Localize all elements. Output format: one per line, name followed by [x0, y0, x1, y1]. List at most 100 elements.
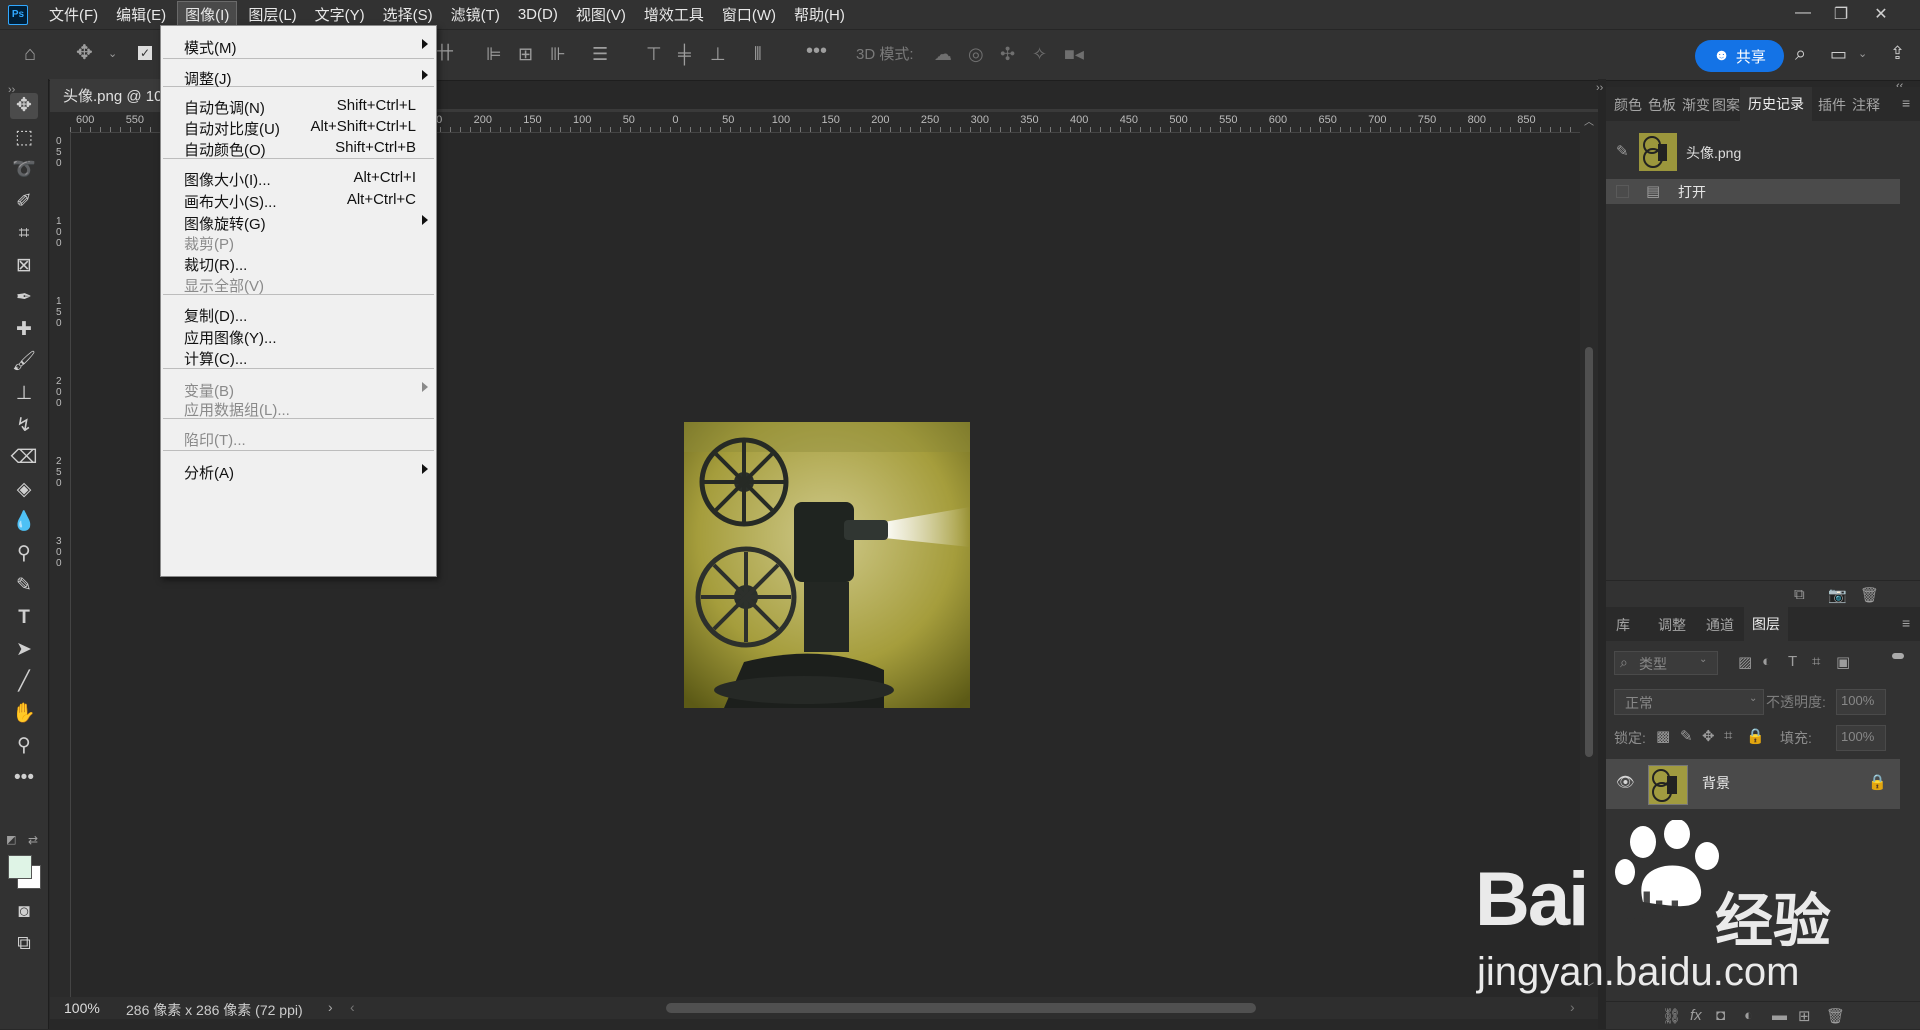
brush-tool-icon[interactable]: 🖌: [10, 349, 38, 375]
opacity-input[interactable]: 100%: [1836, 689, 1886, 715]
eyedropper-tool-icon[interactable]: ✒: [10, 285, 38, 311]
menu-filter[interactable]: 滤镜(T): [444, 2, 507, 27]
restore-icon[interactable]: ❐: [1826, 4, 1856, 26]
menu-type[interactable]: 文字(Y): [308, 2, 372, 27]
home-icon[interactable]: ⌂: [24, 44, 36, 64]
3d-slide-icon[interactable]: ✧: [1032, 45, 1047, 63]
align-bottom-icon[interactable]: ⊥: [710, 45, 726, 63]
tab-swatches[interactable]: 色板: [1648, 95, 1676, 115]
3d-roll-icon[interactable]: ◎: [968, 45, 984, 63]
blur-tool-icon[interactable]: 💧: [10, 509, 38, 535]
filter-smart-object-icon[interactable]: ▣: [1836, 653, 1850, 671]
pen-tool-icon[interactable]: ✎: [10, 573, 38, 599]
distribute-vertical-icon[interactable]: ⫴: [754, 45, 762, 63]
history-brush-tool-icon[interactable]: ↯: [10, 413, 38, 439]
filter-toggle-switch[interactable]: [1892, 653, 1904, 659]
quick-select-tool-icon[interactable]: ✐: [10, 189, 38, 215]
menu-layer[interactable]: 图层(L): [241, 2, 303, 27]
history-state[interactable]: ▤ 打开: [1606, 179, 1900, 204]
history-state-checkbox[interactable]: [1616, 185, 1629, 198]
menu-3d[interactable]: 3D(D): [511, 4, 565, 25]
document-tab[interactable]: 头像.png @ 10: [50, 79, 162, 109]
path-select-tool-icon[interactable]: ➤: [10, 637, 38, 663]
history-brush-source-icon[interactable]: ✎: [1616, 142, 1629, 160]
menu-view[interactable]: 视图(V): [569, 2, 633, 27]
trash-icon[interactable]: 🗑: [1860, 586, 1879, 604]
image-menu-item[interactable]: 调整(J): [161, 65, 436, 89]
image-menu-item[interactable]: 图像大小(I)... Alt+Ctrl+I: [161, 166, 436, 190]
line-tool-icon[interactable]: ╱: [10, 669, 38, 695]
panel-menu-icon[interactable]: ≡: [1902, 95, 1910, 111]
tab-libraries[interactable]: 库: [1616, 615, 1630, 635]
image-menu-item[interactable]: 分析(A): [161, 459, 436, 483]
vertical-scroll-thumb[interactable]: [1585, 347, 1593, 757]
type-tool-icon[interactable]: T: [10, 605, 38, 631]
default-colors-icon[interactable]: ◩: [6, 831, 16, 849]
export-icon[interactable]: ⇪: [1890, 44, 1905, 62]
paint-bucket-tool-icon[interactable]: ◈: [10, 477, 38, 503]
move-tool-icon[interactable]: ✥: [10, 93, 38, 119]
tab-patterns[interactable]: 图案: [1712, 95, 1740, 115]
tab-gradients[interactable]: 渐变: [1682, 95, 1710, 115]
marquee-tool-icon[interactable]: ⬚: [10, 125, 38, 151]
tab-notes[interactable]: 注释: [1852, 95, 1880, 115]
chevron-down-icon[interactable]: ⌄: [108, 45, 117, 63]
3d-scale-icon[interactable]: ■◂: [1064, 45, 1084, 63]
tab-color[interactable]: 颜色: [1614, 95, 1642, 115]
layer-row[interactable]: 👁 背景 🔒: [1606, 759, 1900, 809]
image-menu-item[interactable]: 复制(D)...: [161, 302, 436, 326]
menu-image[interactable]: 图像(I): [177, 1, 238, 28]
tab-adjustments[interactable]: 调整: [1658, 615, 1686, 635]
image-menu-item[interactable]: 画布大小(S)... Alt+Ctrl+C: [161, 188, 436, 212]
fill-input[interactable]: 100%: [1836, 725, 1886, 751]
scroll-left-icon[interactable]: ‹: [350, 999, 355, 1015]
foreground-color-swatch[interactable]: [8, 855, 32, 879]
3d-pan-icon[interactable]: ✣: [1000, 45, 1015, 63]
tab-layers[interactable]: 图层: [1744, 607, 1788, 641]
image-menu-item[interactable]: 自动颜色(O) Shift+Ctrl+B: [161, 136, 436, 160]
transform-controls-icon[interactable]: 卄: [436, 44, 454, 62]
align-middle-icon[interactable]: ╪: [678, 45, 691, 63]
auto-select-checkbox[interactable]: ✓: [138, 46, 152, 60]
lasso-tool-icon[interactable]: ➰: [10, 157, 38, 183]
history-snapshot[interactable]: ✎ 头像.png: [1606, 132, 1920, 172]
screen-mode-icon[interactable]: ⧉: [10, 931, 38, 957]
filter-shape-icon[interactable]: ⌗: [1812, 653, 1820, 670]
filter-pixel-icon[interactable]: ▨: [1738, 653, 1752, 671]
close-icon[interactable]: ✕: [1866, 4, 1896, 26]
search-icon[interactable]: ⌕: [1795, 44, 1806, 64]
more-options-icon[interactable]: •••: [806, 41, 827, 61]
align-left-icon[interactable]: ⊫: [486, 45, 502, 63]
move-tool-icon[interactable]: ✥: [76, 43, 93, 63]
new-document-from-state-icon[interactable]: ⧉: [1794, 586, 1805, 603]
lock-position-icon[interactable]: ✥: [1702, 727, 1715, 745]
zoom-tool-icon[interactable]: ⚲: [10, 733, 38, 759]
layers-menu-icon[interactable]: ≡: [1902, 615, 1910, 631]
minimize-icon[interactable]: —: [1788, 4, 1818, 26]
swap-colors-icon[interactable]: ⇄: [28, 831, 38, 849]
stamp-tool-icon[interactable]: ⊥: [10, 381, 38, 407]
menu-select[interactable]: 选择(S): [376, 2, 440, 27]
horizontal-scroll-thumb[interactable]: [666, 1003, 1256, 1013]
align-center-icon[interactable]: ⊞: [518, 45, 533, 63]
filter-type-icon[interactable]: T: [1788, 653, 1797, 670]
hand-tool-icon[interactable]: ✋: [10, 701, 38, 727]
blend-mode-select[interactable]: 正常 ⌄: [1614, 689, 1764, 715]
lock-transparent-icon[interactable]: ▩: [1656, 727, 1670, 745]
image-menu-item[interactable]: 计算(C)...: [161, 345, 436, 369]
lock-pixels-icon[interactable]: ✎: [1680, 727, 1693, 745]
lock-all-icon[interactable]: 🔒: [1746, 727, 1765, 745]
frame-tool-icon[interactable]: ⊠: [10, 253, 38, 279]
zoom-level[interactable]: 100%: [64, 1000, 100, 1016]
panel-expand-icon[interactable]: ››: [1596, 79, 1603, 97]
3d-orbit-icon[interactable]: ☁: [934, 45, 952, 63]
tab-plugins[interactable]: 插件: [1818, 95, 1846, 115]
menu-file[interactable]: 文件(F): [42, 2, 105, 27]
more-tools-icon[interactable]: •••: [10, 765, 38, 791]
align-right-icon[interactable]: ⊪: [550, 45, 566, 63]
lock-artboard-icon[interactable]: ⌗: [1724, 727, 1732, 744]
status-more-icon[interactable]: ›: [328, 999, 333, 1015]
distribute-icon[interactable]: ☰: [592, 45, 608, 63]
eye-icon[interactable]: 👁: [1616, 773, 1635, 791]
tab-history[interactable]: 历史记录: [1740, 87, 1812, 121]
